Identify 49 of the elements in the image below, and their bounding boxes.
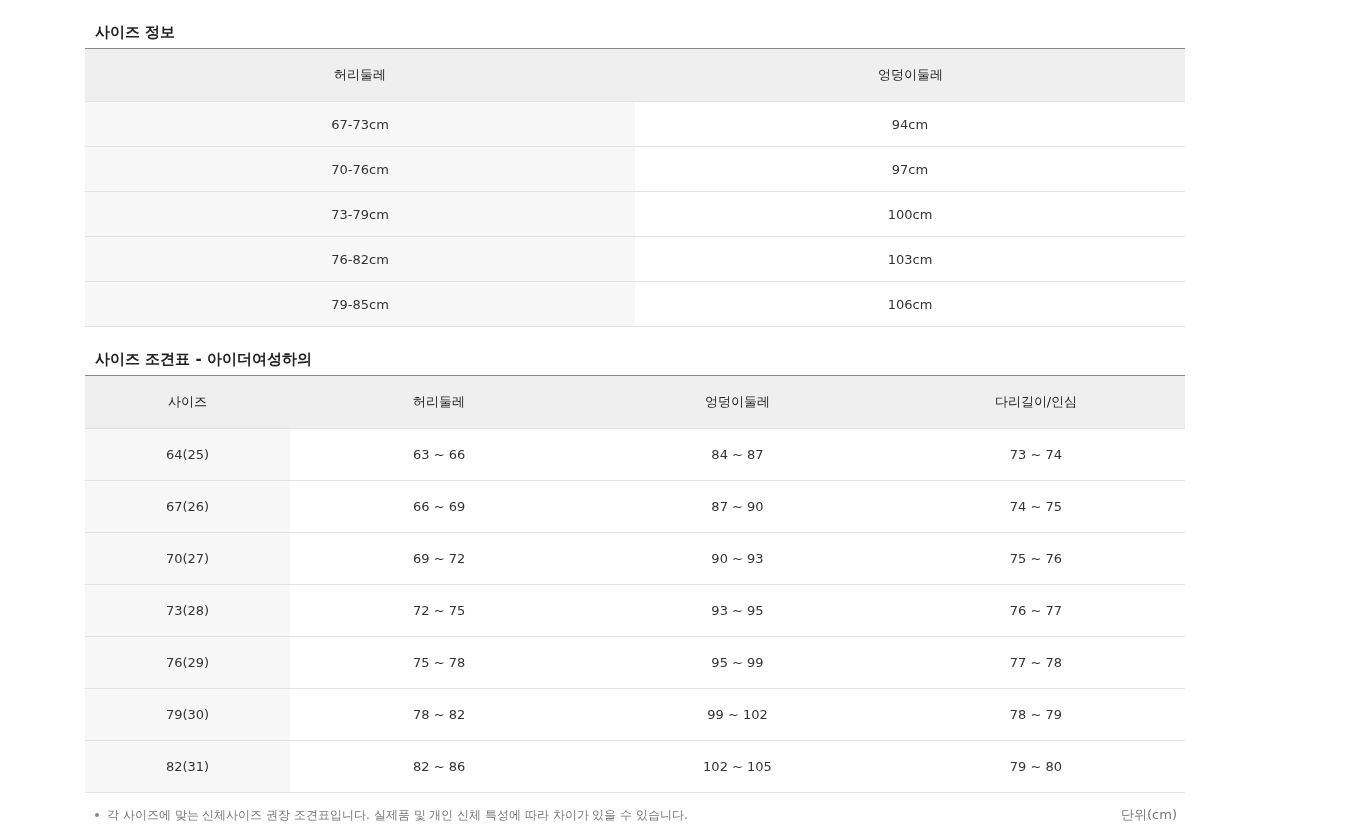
table-cell: 93 ~ 95 [588, 584, 887, 637]
table-cell: 72 ~ 75 [290, 584, 589, 637]
table-cell: 74 ~ 75 [886, 480, 1185, 533]
table-cell: 79(30) [85, 688, 290, 741]
note-text: 각 사이즈에 맞는 신체사이즈 권장 조견표입니다. 실제품 및 개인 신체 특성에 따라 차이가 있을 수 있습니다. [107, 806, 689, 824]
column-header: 엉덩이둘레 [588, 375, 887, 429]
table-cell: 76-82cm [85, 236, 635, 282]
table-cell: 97cm [635, 146, 1185, 192]
table-cell: 102 ~ 105 [588, 740, 887, 793]
table-cell: 94cm [635, 101, 1185, 147]
table-cell: 73 ~ 74 [886, 428, 1185, 481]
table-cell: 82(31) [85, 740, 290, 793]
table-cell: 64(25) [85, 428, 290, 481]
table-cell: 78 ~ 82 [290, 688, 589, 741]
table-cell: 87 ~ 90 [588, 480, 887, 533]
table-cell: 70(27) [85, 532, 290, 585]
column-header: 허리둘레 [290, 375, 589, 429]
table-cell: 75 ~ 76 [886, 532, 1185, 585]
section-title: 사이즈 정보 [95, 22, 177, 43]
unit-label: 단위(cm) [1121, 806, 1177, 824]
table-cell: 77 ~ 78 [886, 636, 1185, 689]
table-cell: 76 ~ 77 [886, 584, 1185, 637]
table-cell: 70-76cm [85, 146, 635, 192]
table-cell: 78 ~ 79 [886, 688, 1185, 741]
table-cell: 76(29) [85, 636, 290, 689]
table-cell: 100cm [635, 191, 1185, 237]
column-header: 다리길이/인심 [886, 375, 1185, 429]
column-header: 엉덩이둘레 [635, 48, 1185, 102]
table-cell: 63 ~ 66 [290, 428, 589, 481]
table-cell: 99 ~ 102 [588, 688, 887, 741]
table-cell: 67-73cm [85, 101, 635, 147]
table-cell: 106cm [635, 281, 1185, 327]
table-cell: 103cm [635, 236, 1185, 282]
table-cell: 79 ~ 80 [886, 740, 1185, 793]
table-cell: 67(26) [85, 480, 290, 533]
table-cell: 73(28) [85, 584, 290, 637]
section-title: 사이즈 조견표 - 아이더여성하의 [95, 349, 313, 370]
column-header: 사이즈 [85, 375, 290, 429]
bullet-icon [95, 813, 99, 817]
table-cell: 82 ~ 86 [290, 740, 589, 793]
table-cell: 79-85cm [85, 281, 635, 327]
table-cell: 95 ~ 99 [588, 636, 887, 689]
table-cell: 84 ~ 87 [588, 428, 887, 481]
table-cell: 75 ~ 78 [290, 636, 589, 689]
table-cell: 73-79cm [85, 191, 635, 237]
table-cell: 90 ~ 93 [588, 532, 887, 585]
column-header: 허리둘레 [85, 48, 635, 102]
table-cell: 66 ~ 69 [290, 480, 589, 533]
table-cell: 69 ~ 72 [290, 532, 589, 585]
